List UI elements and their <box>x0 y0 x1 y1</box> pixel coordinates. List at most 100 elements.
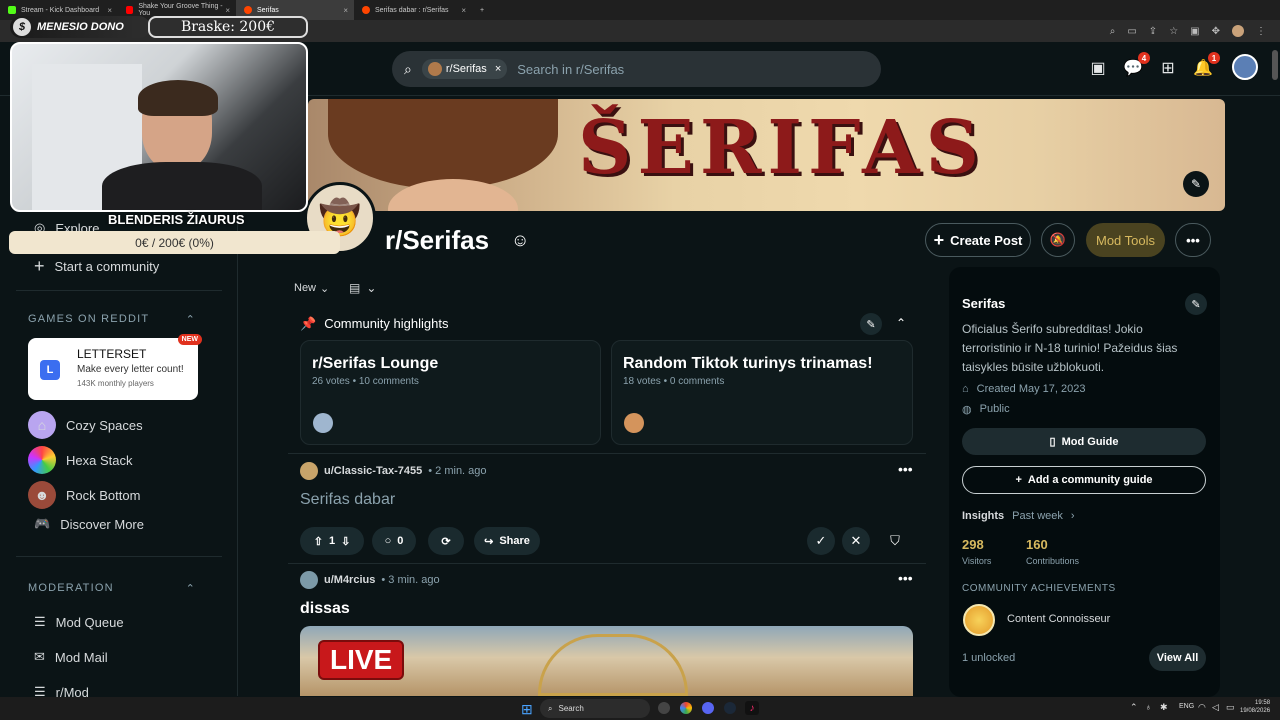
plus-icon: + <box>933 229 945 250</box>
post-image[interactable]: LIVE <box>300 626 913 696</box>
share-button[interactable]: ↪ Share <box>474 527 540 555</box>
post-menu-icon[interactable]: ••• <box>898 461 913 477</box>
reddit-icon <box>244 6 252 14</box>
user-avatar[interactable] <box>300 571 318 589</box>
language-indicator[interactable]: ENG <box>1179 703 1194 710</box>
post-author[interactable]: u/M4rcius <box>324 574 375 586</box>
crosspost-button[interactable]: ⟳ <box>428 527 464 555</box>
sort-dropdown[interactable]: New ⌄ <box>294 282 329 295</box>
collapse-highlights-icon[interactable]: ⌃ <box>896 316 906 330</box>
plus-icon: + <box>34 256 45 276</box>
add-guide-button[interactable]: + Add a community guide <box>962 466 1206 494</box>
past-week-link[interactable]: Past week <box>1012 510 1063 522</box>
game-hexa-stack[interactable]: Hexa Stack <box>28 446 132 474</box>
cake-icon: ⌂ <box>962 383 969 395</box>
taskbar-search[interactable]: ⌕ Search <box>540 699 650 718</box>
chat-icon[interactable]: 💬 4 <box>1122 52 1150 79</box>
nav-mod-queue[interactable]: ☰ Mod Queue <box>34 614 124 630</box>
bell-icon[interactable]: 🔔 1 <box>1192 52 1220 79</box>
featured-game-card[interactable]: L LETTERSET Make every letter count! 143… <box>28 334 202 400</box>
create-post-button[interactable]: + Create Post <box>925 223 1031 257</box>
highlight-card[interactable]: Random Tiktok turinys trinamas! 18 votes… <box>611 340 913 445</box>
streamer-body <box>102 162 262 210</box>
discord-icon[interactable] <box>702 702 714 714</box>
search-icon[interactable]: ⌕ <box>1110 26 1116 37</box>
edit-banner-icon[interactable]: ✎ <box>1183 171 1209 197</box>
windows-taskbar: ⊞ ⌕ Search ♪ ⌃ ♁ ✱ ENG ◠ ◁ ▭ 19:58 19/08/2… <box>0 697 1280 720</box>
nav-mod-mail[interactable]: ✉ Mod Mail <box>34 649 108 665</box>
contributions-label: Contributions <box>1026 556 1080 566</box>
close-icon[interactable]: × <box>225 6 230 15</box>
view-all-button[interactable]: View All <box>1149 645 1206 671</box>
close-icon[interactable]: × <box>495 63 501 75</box>
nav-start-community[interactable]: + Start a community <box>34 256 159 277</box>
moderation-section-header[interactable]: MODERATION ⌃ <box>28 582 196 595</box>
post-menu-icon[interactable]: ••• <box>898 570 913 586</box>
new-tab-button[interactable]: + <box>472 0 496 20</box>
post-title[interactable]: Serifas dabar <box>300 491 395 509</box>
unlocked-count: 1 unlocked <box>962 652 1016 664</box>
edit-sidebar-icon[interactable]: ✎ <box>1185 293 1207 315</box>
scrollbar-thumb[interactable] <box>1272 50 1278 80</box>
volume-icon[interactable]: ◁ <box>1212 702 1219 713</box>
search-bar[interactable]: ⌕ r/Serifas × Search in r/Serifas <box>392 51 881 87</box>
close-icon[interactable]: × <box>343 6 348 15</box>
battery-icon[interactable]: ▭ <box>1226 702 1235 713</box>
sidebar-description: Oficialus Šerifo subredditas! Jokio terr… <box>962 322 1178 374</box>
upvote-icon[interactable]: ⇧ <box>314 535 323 548</box>
pin-icon: 📌 <box>300 316 317 331</box>
chrome-icon[interactable] <box>680 702 692 714</box>
subreddit-search-chip[interactable]: r/Serifas × <box>421 59 508 79</box>
edit-highlights-icon[interactable]: ✎ <box>860 313 882 335</box>
games-section-header[interactable]: GAMES ON REDDIT ⌃ <box>28 313 196 326</box>
mod-tools-button[interactable]: Mod Tools <box>1086 223 1165 257</box>
globe-icon: ◍ <box>962 404 972 416</box>
extension-icon[interactable]: ▣ <box>1190 26 1199 37</box>
wifi-icon[interactable]: ◠ <box>1198 702 1206 713</box>
remove-icon[interactable]: ✕ <box>842 527 870 555</box>
obs-icon[interactable] <box>658 702 670 714</box>
mod-guide-button[interactable]: ▯ Mod Guide <box>962 428 1206 455</box>
share-icon[interactable]: ⇪ <box>1149 26 1157 37</box>
clock[interactable]: 19:58 19/08/2026 <box>1240 699 1270 715</box>
menu-icon[interactable]: ⋮ <box>1256 26 1266 37</box>
user-avatar[interactable] <box>1232 54 1258 80</box>
view-toggle[interactable]: ▤ ⌄ <box>349 281 376 295</box>
approve-icon[interactable]: ✓ <box>807 527 835 555</box>
discover-more[interactable]: 🎮 Discover More <box>34 516 144 532</box>
close-icon[interactable]: × <box>461 6 466 15</box>
puzzle-icon[interactable]: ✥ <box>1212 26 1220 37</box>
game-cozy-spaces[interactable]: ⌂ Cozy Spaces <box>28 411 143 439</box>
tray-chevron-icon[interactable]: ⌃ <box>1130 702 1138 713</box>
tiktok-icon[interactable]: ♪ <box>745 701 759 715</box>
shield-icon[interactable]: ⛉ <box>881 527 909 555</box>
game-rock-bottom[interactable]: ☻ Rock Bottom <box>28 481 140 509</box>
notification-badge: 1 <box>1208 52 1220 64</box>
user-avatar[interactable] <box>300 462 318 480</box>
profile-icon[interactable] <box>1232 25 1244 37</box>
windows-start-icon[interactable]: ⊞ <box>521 701 533 718</box>
post-title[interactable]: dissas <box>300 600 350 618</box>
edit-avatar-icon[interactable]: ☺ <box>511 230 529 251</box>
advertise-icon[interactable]: ▣ <box>1087 57 1109 79</box>
notifications-off-button[interactable]: 🔕 <box>1041 223 1075 257</box>
kick-icon <box>8 6 16 14</box>
search-placeholder[interactable]: Search in r/Serifas <box>517 62 624 77</box>
comments-button[interactable]: ○ 0 <box>372 527 416 555</box>
reddit-icon <box>362 6 370 14</box>
mic-icon[interactable]: ♁ <box>1145 702 1152 712</box>
tab-serifas-dabar[interactable]: Serifas dabar : r/Serifas × <box>354 0 472 20</box>
bluetooth-icon[interactable]: ✱ <box>1160 702 1168 713</box>
downvote-icon[interactable]: ⇩ <box>341 535 350 548</box>
divider <box>288 453 926 454</box>
house-icon: ⌂ <box>28 411 56 439</box>
cast-icon[interactable]: ▭ <box>1127 26 1136 37</box>
steam-icon[interactable] <box>724 702 736 714</box>
create-icon[interactable]: ⊞ <box>1157 57 1179 79</box>
community-highlights-header: 📌 Community highlights <box>300 316 449 331</box>
highlight-card[interactable]: r/Serifas Lounge 26 votes • 10 comments <box>300 340 601 445</box>
post-author[interactable]: u/Classic-Tax-7455 <box>324 465 422 477</box>
more-options-button[interactable]: ••• <box>1175 223 1211 257</box>
close-icon[interactable]: × <box>107 6 112 15</box>
star-icon[interactable]: ☆ <box>1169 26 1178 37</box>
